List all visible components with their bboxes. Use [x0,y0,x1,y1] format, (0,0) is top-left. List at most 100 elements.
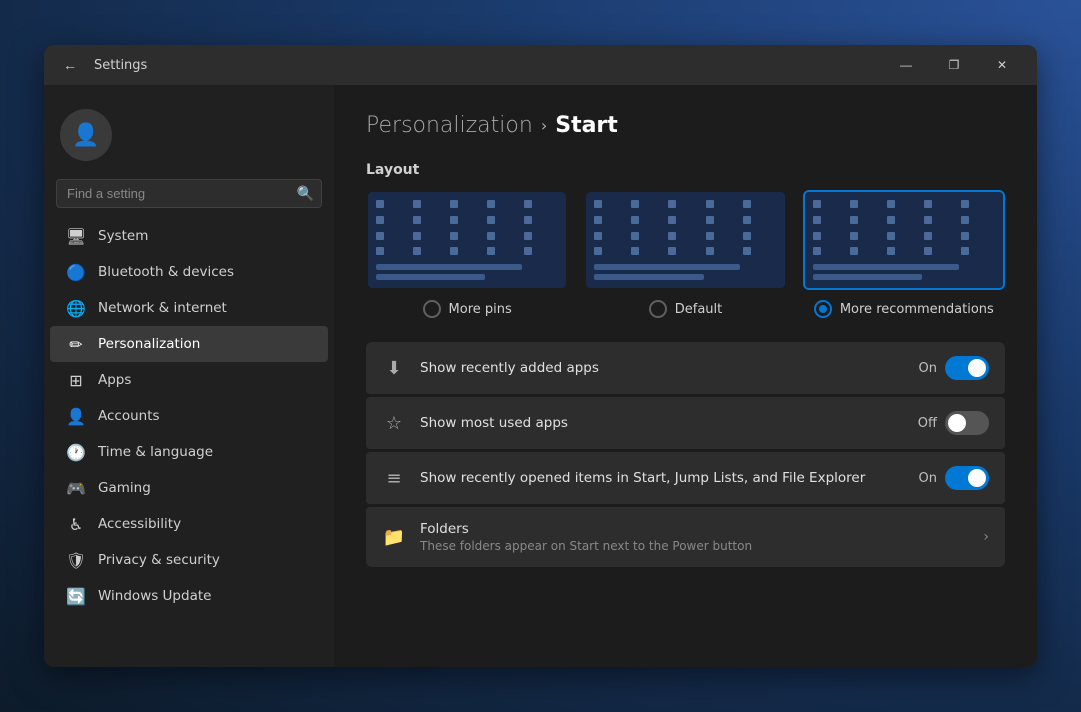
row-control-recently-added: On [919,356,989,380]
breadcrumb-current: Start [555,113,618,138]
back-button[interactable]: ← [56,51,84,79]
breadcrumb-sep: › [541,116,547,135]
row-subtitle-folders: These folders appear on Start next to th… [420,539,969,553]
nav-icon-gaming: 🎮 [66,478,86,498]
avatar-area: 👤 [44,101,334,177]
nav-label-accessibility: Accessibility [98,516,181,532]
row-text-recently-opened: Show recently opened items in Start, Jum… [420,470,905,486]
sidebar-item-network[interactable]: 🌐 Network & internet [50,290,328,326]
radio-default[interactable] [649,300,667,318]
toggle-recently-added[interactable] [945,356,989,380]
layout-label-more-pins: More pins [449,302,512,317]
breadcrumb: Personalization › Start [366,113,1005,138]
settings-list: ⬇ Show recently added apps On ☆ Show most us… [366,342,1005,569]
row-title-recently-opened: Show recently opened items in Start, Jum… [420,470,905,486]
layout-card-more-recommendations[interactable]: More recommendations [803,190,1005,318]
nav-label-network: Network & internet [98,300,227,316]
nav-icon-accessibility: ♿ [66,514,86,534]
window-controls: — ❐ ✕ [883,49,1025,81]
radio-more-recommendations[interactable] [814,300,832,318]
toggle-status-recently-added: On [919,361,937,376]
row-icon-most-used: ☆ [382,411,406,435]
sidebar-item-personalization[interactable]: ✏ Personalization [50,326,328,362]
nav-icon-accounts: 👤 [66,406,86,426]
layout-label-default: Default [675,302,723,317]
row-title-folders: Folders [420,521,969,537]
toggle-knob-recently-added [968,359,986,377]
search-icon: 🔍 [297,186,314,202]
nav-icon-privacy: 🛡 [66,550,86,570]
row-control-folders: › [983,529,989,545]
row-text-most-used: Show most used apps [420,415,904,431]
row-icon-recently-opened: ≡ [382,466,406,490]
settings-row-recently-added[interactable]: ⬇ Show recently added apps On [366,342,1005,394]
sidebar: 👤 🔍 🖥 System 🔵 Bluetooth & devices 🌐 Net… [44,85,334,667]
nav-label-apps: Apps [98,372,131,388]
layout-card-default[interactable]: Default [584,190,786,318]
nav-icon-windows-update: 🔄 [66,586,86,606]
settings-window: ← Settings — ❐ ✕ 👤 🔍 🖥 System 🔵 [44,45,1037,667]
minimize-button[interactable]: — [883,49,929,81]
sidebar-item-gaming[interactable]: 🎮 Gaming [50,470,328,506]
layout-image-more-pins [366,190,568,290]
settings-row-most-used[interactable]: ☆ Show most used apps Off [366,397,1005,449]
sidebar-item-bluetooth[interactable]: 🔵 Bluetooth & devices [50,254,328,290]
row-text-folders: Folders These folders appear on Start nex… [420,521,969,553]
titlebar-left: ← Settings [56,51,147,79]
layout-label-more-recommendations: More recommendations [840,302,994,317]
row-title-most-used: Show most used apps [420,415,904,431]
sidebar-item-apps[interactable]: ⊞ Apps [50,362,328,398]
content-area: 👤 🔍 🖥 System 🔵 Bluetooth & devices 🌐 Net… [44,85,1037,667]
toggle-status-recently-opened: On [919,471,937,486]
avatar-icon: 👤 [72,123,99,148]
layout-image-default [584,190,786,290]
layout-option-more-pins[interactable]: More pins [423,300,512,318]
nav-icon-apps: ⊞ [66,370,86,390]
main-content: Personalization › Start Layout More pins… [334,85,1037,667]
nav-icon-time: 🕐 [66,442,86,462]
radio-more-pins[interactable] [423,300,441,318]
sidebar-item-privacy[interactable]: 🛡 Privacy & security [50,542,328,578]
nav-icon-network: 🌐 [66,298,86,318]
layout-option-default[interactable]: Default [649,300,723,318]
row-icon-folders: 📁 [382,525,406,549]
row-icon-recently-added: ⬇ [382,356,406,380]
nav-label-time: Time & language [98,444,213,460]
toggle-knob-recently-opened [968,469,986,487]
sidebar-item-accounts[interactable]: 👤 Accounts [50,398,328,434]
toggle-status-most-used: Off [918,416,937,431]
nav-label-gaming: Gaming [98,480,151,496]
nav-label-system: System [98,228,148,244]
search-input[interactable] [56,179,322,208]
sidebar-item-system[interactable]: 🖥 System [50,218,328,254]
sidebar-item-time[interactable]: 🕐 Time & language [50,434,328,470]
settings-row-folders[interactable]: 📁 Folders These folders appear on Start ne… [366,507,1005,567]
titlebar: ← Settings — ❐ ✕ [44,45,1037,85]
layout-options-row: More pins Default More recommendations [366,190,1005,318]
toggle-most-used[interactable] [945,411,989,435]
sidebar-item-accessibility[interactable]: ♿ Accessibility [50,506,328,542]
nav-label-windows-update: Windows Update [98,588,211,604]
breadcrumb-parent: Personalization [366,113,533,138]
nav-icon-bluetooth: 🔵 [66,262,86,282]
toggle-recently-opened[interactable] [945,466,989,490]
maximize-button[interactable]: ❐ [931,49,977,81]
close-button[interactable]: ✕ [979,49,1025,81]
nav-label-personalization: Personalization [98,336,200,352]
chevron-folders: › [983,529,989,545]
layout-card-more-pins[interactable]: More pins [366,190,568,318]
layout-image-more-recommendations [803,190,1005,290]
toggle-knob-most-used [948,414,966,432]
nav-label-accounts: Accounts [98,408,160,424]
sidebar-item-windows-update[interactable]: 🔄 Windows Update [50,578,328,614]
nav-container: 🖥 System 🔵 Bluetooth & devices 🌐 Network… [44,218,334,614]
avatar: 👤 [60,109,112,161]
row-control-recently-opened: On [919,466,989,490]
nav-icon-personalization: ✏ [66,334,86,354]
row-control-most-used: Off [918,411,989,435]
titlebar-title: Settings [94,58,147,73]
settings-row-recently-opened[interactable]: ≡ Show recently opened items in Start, Ju… [366,452,1005,504]
layout-section-label: Layout [366,162,1005,178]
row-title-recently-added: Show recently added apps [420,360,905,376]
layout-option-more-recommendations[interactable]: More recommendations [814,300,994,318]
